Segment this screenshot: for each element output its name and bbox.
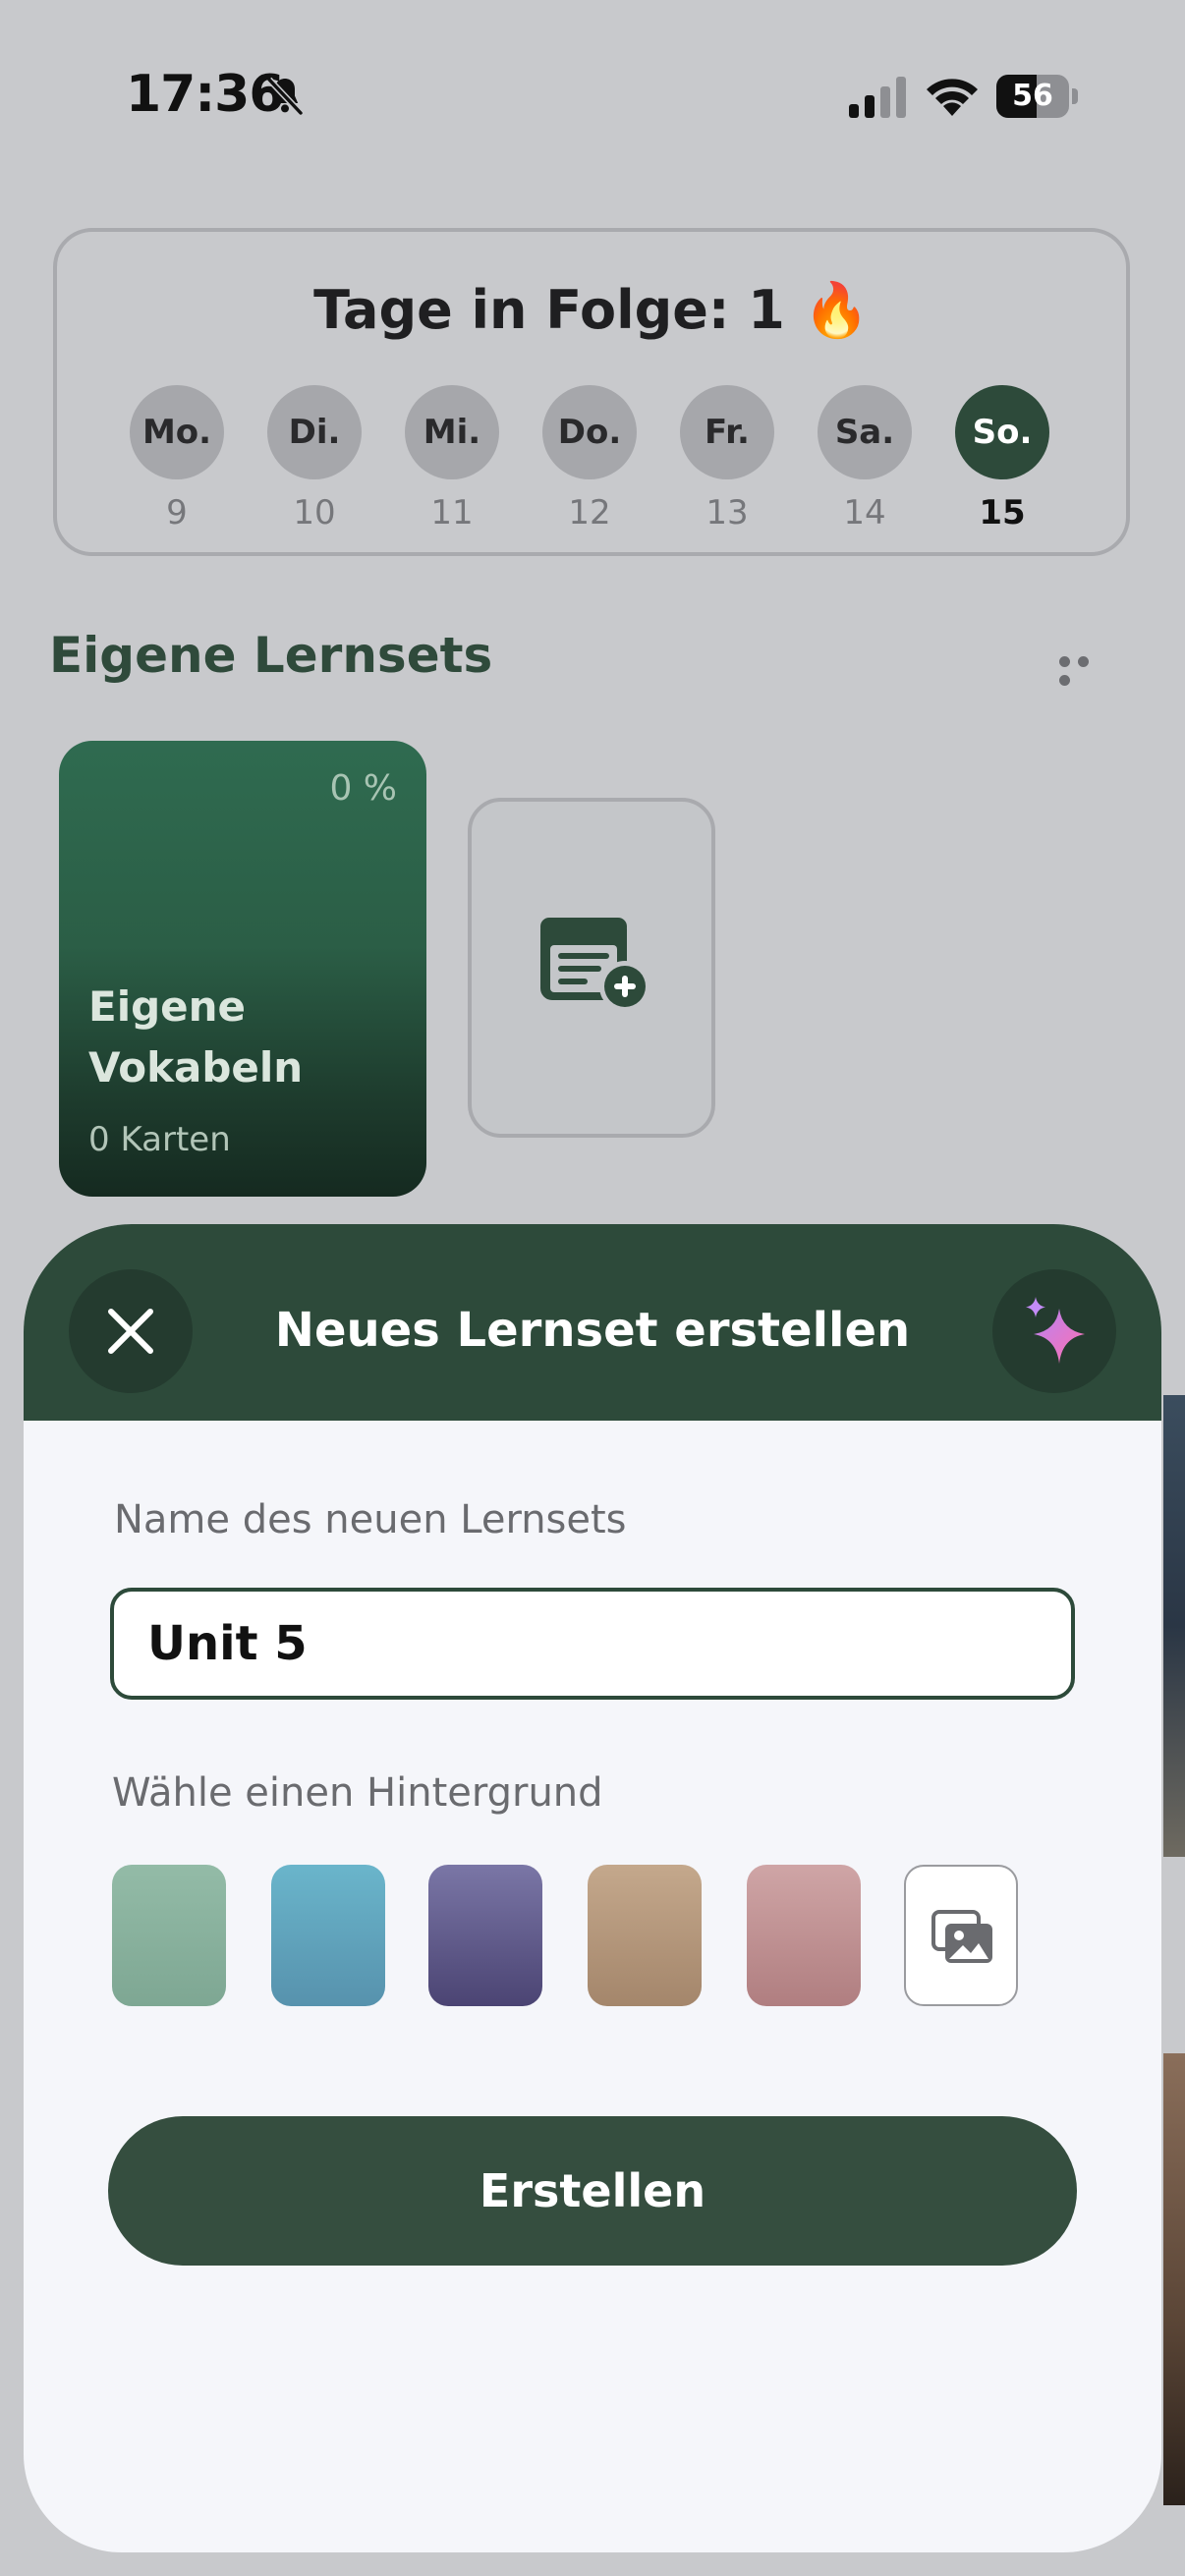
weekday-date: 11: [430, 493, 474, 532]
weekday-item: Mi. 11: [405, 385, 499, 532]
background-image-strip: [1163, 1395, 1185, 1857]
background-swatch[interactable]: [112, 1865, 226, 2006]
battery-icon: 56: [996, 75, 1079, 118]
sparkles-icon: [1026, 1297, 1085, 1364]
background-swatch[interactable]: [747, 1865, 861, 2006]
background-label: Wähle einen Hintergrund: [112, 1770, 603, 1816]
weekday-item: Di. 10: [267, 385, 362, 532]
weekday-date: 9: [166, 493, 188, 532]
weekday-date: 14: [843, 493, 886, 532]
image-gallery-icon: [931, 1910, 992, 1963]
battery-percent: 56: [1012, 79, 1053, 113]
sheet-title: Neues Lernset erstellen: [274, 1303, 911, 1358]
weekday-circle: Mi.: [405, 385, 499, 479]
set-progress-percent: 0 %: [329, 768, 397, 809]
weekday-item: So. 15: [955, 385, 1049, 532]
add-set-button[interactable]: [468, 798, 715, 1138]
more-options-icon[interactable]: [1059, 652, 1114, 686]
weekday-item: Mo. 9: [130, 385, 224, 532]
weekday-date: 12: [568, 493, 611, 532]
wifi-icon: [927, 79, 978, 116]
background-swatch[interactable]: [428, 1865, 542, 2006]
background-swatch[interactable]: [588, 1865, 702, 2006]
status-time: 17:36: [126, 65, 285, 124]
background-image-strip: [1163, 2053, 1185, 2505]
weekday-circle: Do.: [542, 385, 637, 479]
create-set-sheet: Neues Lernset erstellen Name des neuen L…: [24, 1224, 1161, 2552]
weekday-date: 15: [979, 493, 1026, 532]
weekday-item: Sa. 14: [818, 385, 912, 532]
weekday-item: Do. 12: [542, 385, 637, 532]
weekday-item: Fr. 13: [680, 385, 774, 532]
background-swatch[interactable]: [271, 1865, 385, 2006]
create-button[interactable]: Erstellen: [108, 2116, 1077, 2266]
add-document-icon: [540, 918, 650, 1012]
weekday-circle: Sa.: [818, 385, 912, 479]
set-name-input[interactable]: [110, 1588, 1075, 1700]
section-title: Eigene Lernsets: [49, 627, 493, 684]
streak-card: Tage in Folge: 1 🔥 Mo. 9 Di. 10 Mi. 11 Do. 12 Fr…: [53, 228, 1130, 556]
name-field-label: Name des neuen Lernsets: [114, 1497, 627, 1542]
ai-generate-button[interactable]: [992, 1269, 1116, 1393]
set-name: Eigene Vokabeln: [88, 982, 304, 1092]
set-card-count: 0 Karten: [88, 1120, 231, 1159]
bell-slash-icon: [266, 77, 304, 116]
weekday-circle: Di.: [267, 385, 362, 479]
weekday-date: 13: [705, 493, 749, 532]
signal-icon: [849, 77, 906, 118]
learn-set-card[interactable]: 0 % Eigene Vokabeln 0 Karten: [59, 741, 426, 1197]
image-background-button[interactable]: [904, 1865, 1018, 2006]
weekday-circle: So.: [955, 385, 1049, 479]
weekday-date: 10: [293, 493, 336, 532]
sheet-header: Neues Lernset erstellen: [24, 1224, 1161, 1421]
streak-title: Tage in Folge: 1 🔥: [313, 279, 870, 341]
weekday-circle: Mo.: [130, 385, 224, 479]
weekday-circle: Fr.: [680, 385, 774, 479]
